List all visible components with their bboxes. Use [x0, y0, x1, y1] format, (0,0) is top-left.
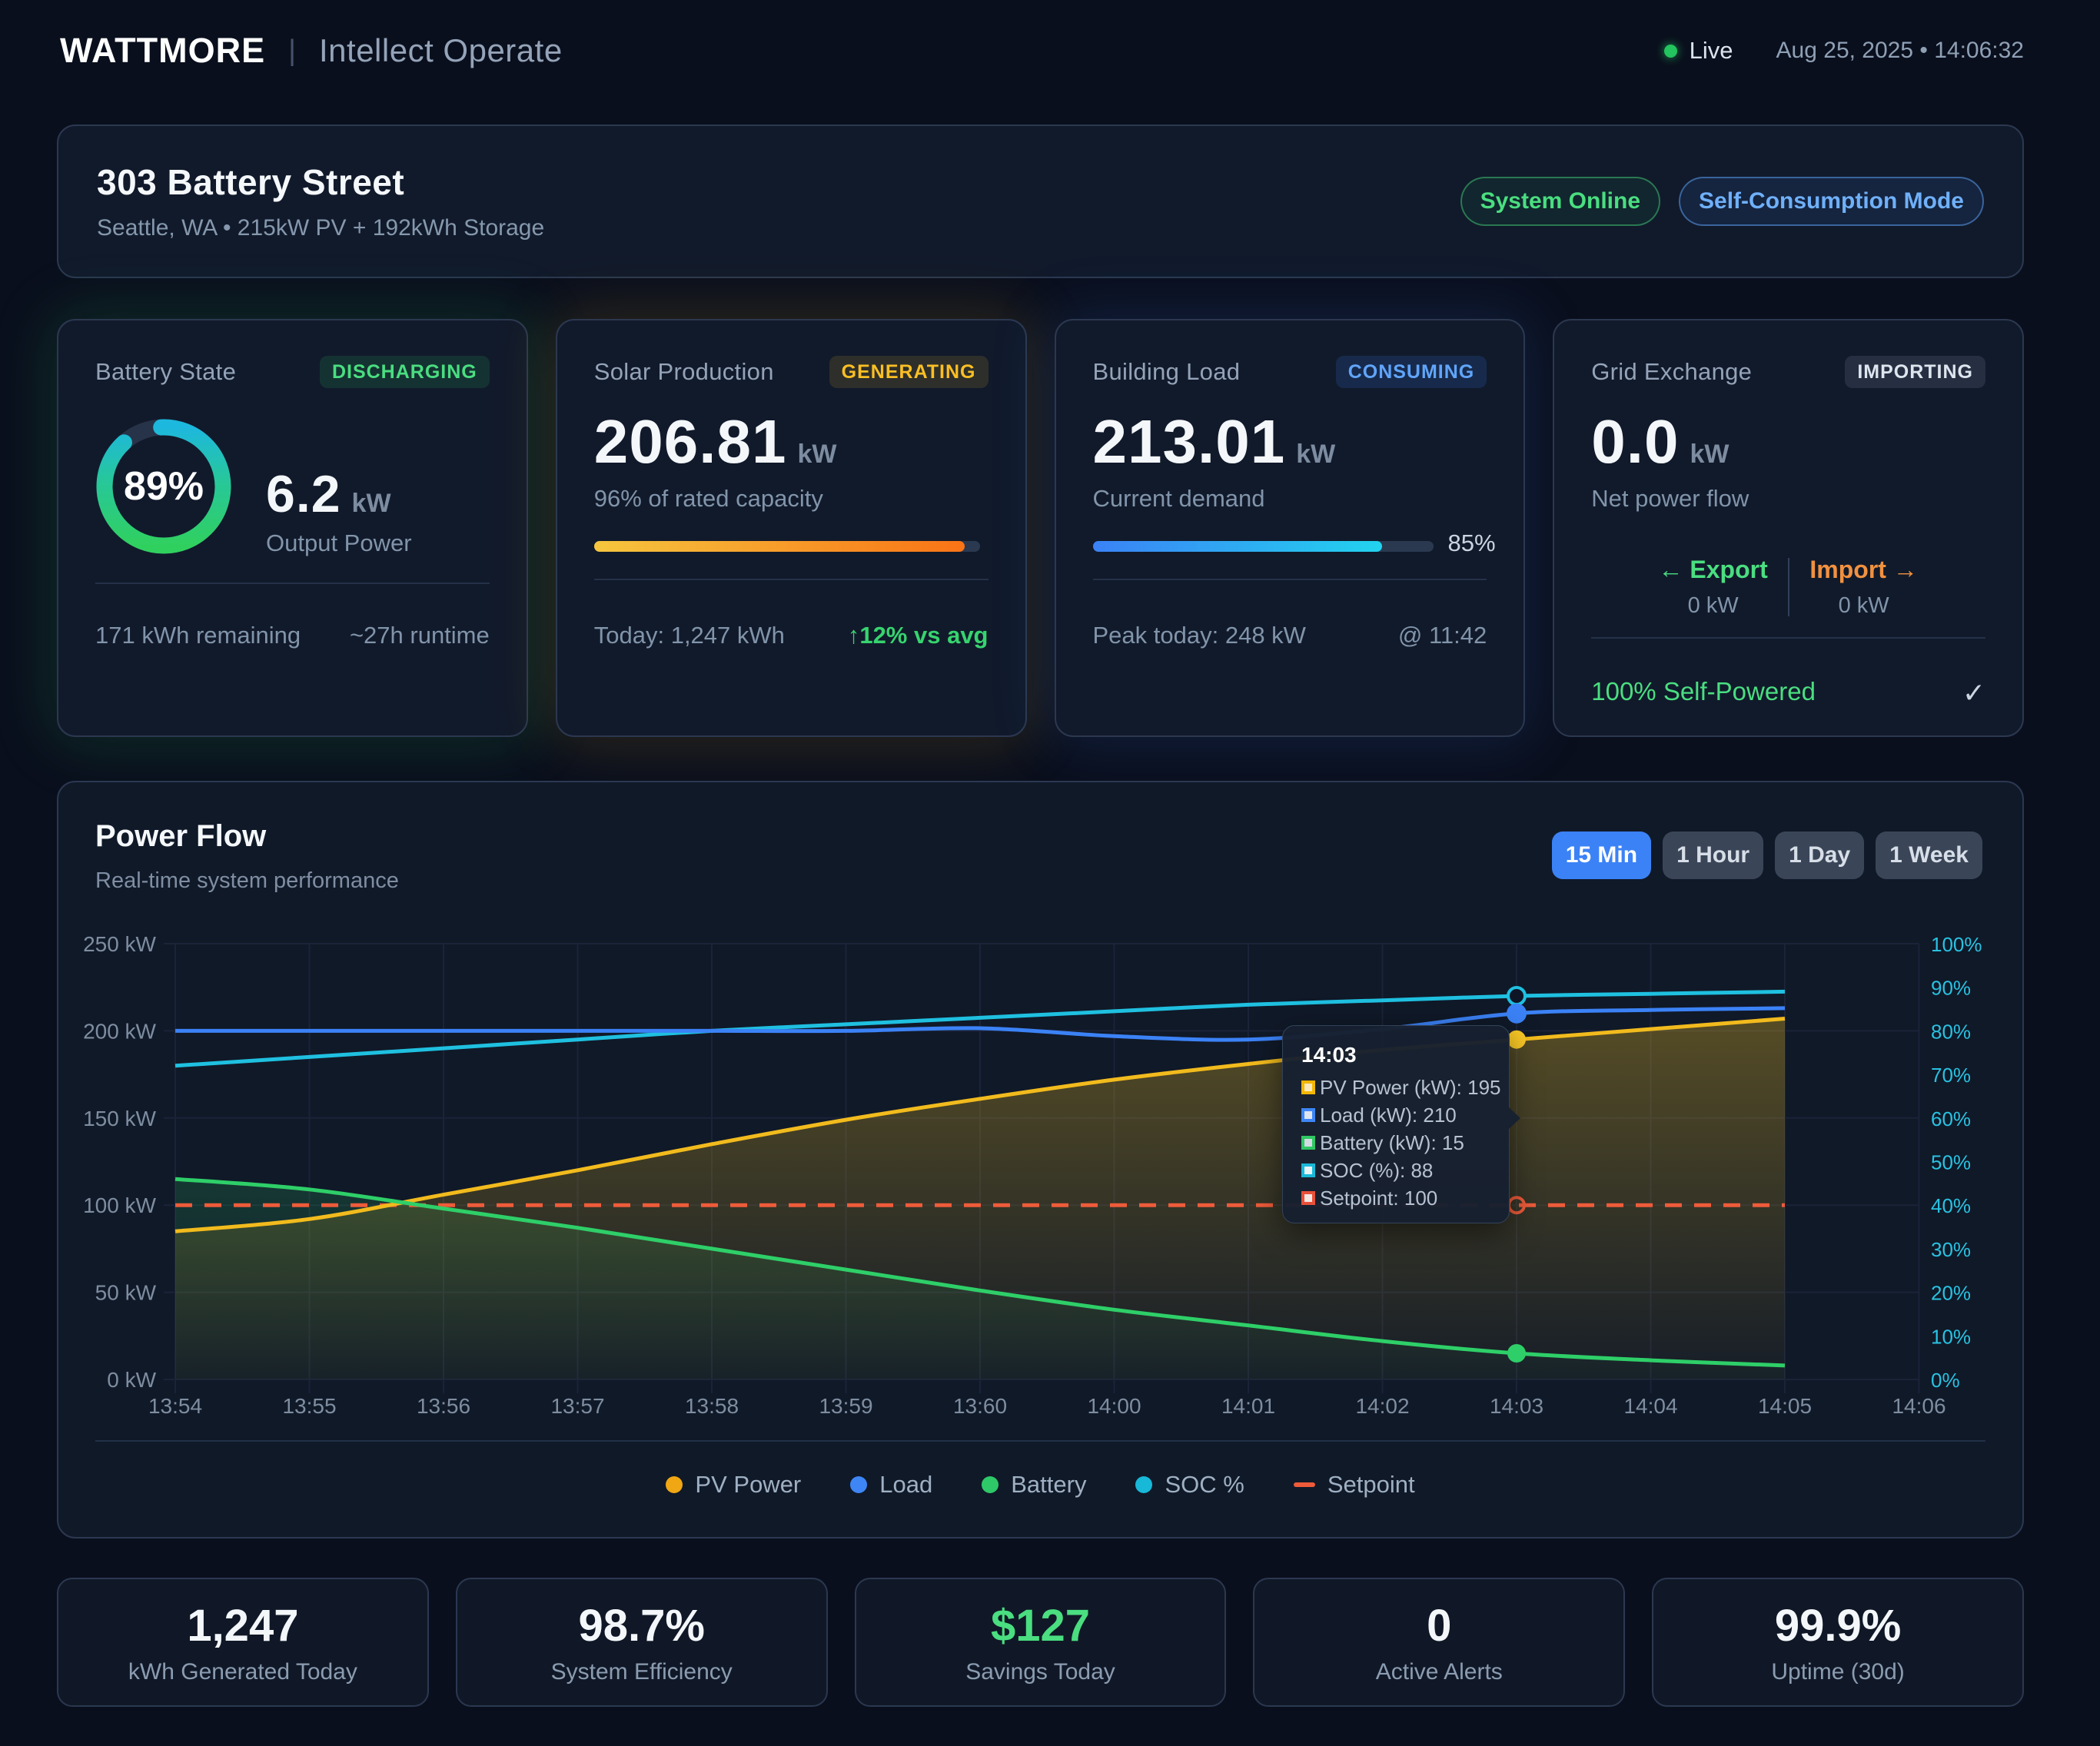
- svg-text:14:06: 14:06: [1892, 1394, 1945, 1418]
- svg-text:60%: 60%: [1931, 1107, 1971, 1130]
- svg-text:20%: 20%: [1931, 1282, 1971, 1305]
- svg-text:200 kW: 200 kW: [83, 1019, 156, 1043]
- svg-text:150 kW: 150 kW: [83, 1107, 156, 1130]
- svg-text:90%: 90%: [1931, 977, 1971, 1000]
- svg-text:13:57: 13:57: [550, 1394, 604, 1418]
- svg-text:0 kW: 0 kW: [107, 1368, 156, 1392]
- svg-text:14:01: 14:01: [1221, 1394, 1275, 1418]
- svg-text:14:02: 14:02: [1355, 1394, 1409, 1418]
- svg-text:13:60: 13:60: [953, 1394, 1007, 1418]
- svg-text:13:55: 13:55: [282, 1394, 336, 1418]
- svg-text:14:00: 14:00: [1087, 1394, 1141, 1418]
- svg-text:0%: 0%: [1931, 1369, 1960, 1392]
- svg-text:14:04: 14:04: [1623, 1394, 1677, 1418]
- svg-text:14:03: 14:03: [1490, 1394, 1543, 1418]
- svg-text:70%: 70%: [1931, 1064, 1971, 1087]
- svg-text:80%: 80%: [1931, 1020, 1971, 1043]
- svg-text:13:54: 13:54: [148, 1394, 202, 1418]
- svg-text:100 kW: 100 kW: [83, 1193, 156, 1217]
- svg-text:10%: 10%: [1931, 1325, 1971, 1348]
- svg-text:100%: 100%: [1931, 933, 1982, 956]
- svg-text:50%: 50%: [1931, 1151, 1971, 1174]
- svg-text:13:56: 13:56: [417, 1394, 470, 1418]
- svg-text:13:58: 13:58: [685, 1394, 739, 1418]
- svg-text:30%: 30%: [1931, 1238, 1971, 1261]
- svg-text:40%: 40%: [1931, 1194, 1971, 1217]
- svg-text:50 kW: 50 kW: [95, 1281, 157, 1305]
- svg-text:250 kW: 250 kW: [83, 932, 156, 956]
- svg-text:14:05: 14:05: [1758, 1394, 1812, 1418]
- svg-text:13:59: 13:59: [819, 1394, 872, 1418]
